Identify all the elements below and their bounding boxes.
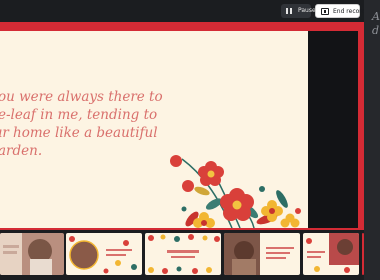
slide-thumbnail[interactable] (303, 233, 359, 275)
pause-button-label: Pause (298, 7, 316, 14)
top-toolbar: Pause End recording (0, 0, 375, 22)
side-panel (364, 0, 380, 280)
slide-thumbnail[interactable] (224, 233, 300, 275)
slide-thumbnail[interactable] (362, 233, 364, 275)
flower-illustration (170, 155, 301, 228)
side-note-text: A d (372, 10, 380, 37)
slide-thumbnail[interactable] (145, 233, 221, 275)
slide-thumbnail[interactable] (0, 233, 64, 275)
stop-recording-icon (321, 8, 329, 15)
pause-icon (286, 8, 293, 14)
pause-button[interactable]: Pause (281, 4, 316, 18)
end-recording-button[interactable]: End recording (315, 4, 375, 18)
current-slide[interactable]: ou were always there to e-leaf in me, te… (0, 31, 308, 228)
slide-thumbnail[interactable] (66, 233, 142, 275)
slide-line: ou were always there to (0, 89, 163, 105)
